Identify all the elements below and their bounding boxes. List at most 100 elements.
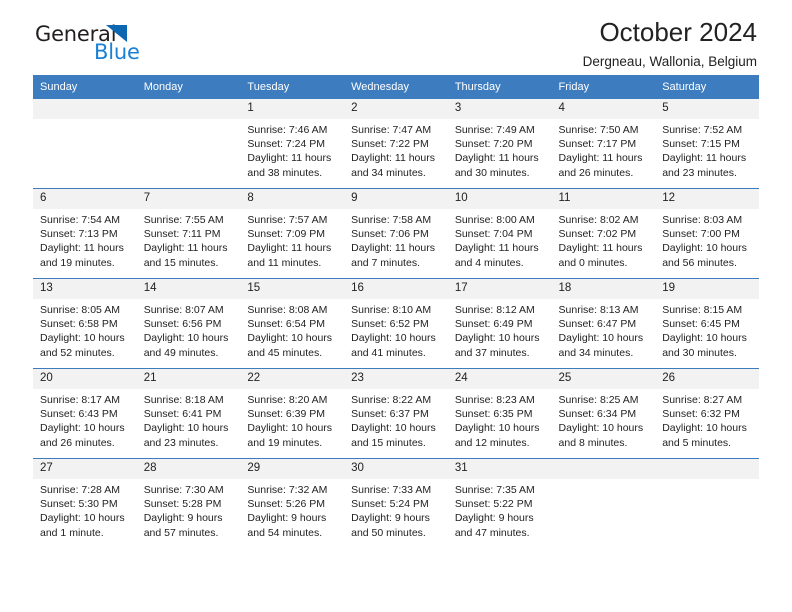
- day-detail-line: and 50 minutes.: [351, 526, 426, 539]
- day-details: Sunrise: 8:20 AM Sunset: 6:39 PM Daylight:…: [240, 389, 344, 450]
- calendar-day-cell[interactable]: 10 Sunrise: 8:00 AM Sunset: 7:04 PM Dayligh…: [447, 188, 552, 279]
- calendar-day-cell[interactable]: 2 Sunrise: 7:47 AM Sunset: 7:22 PM Daylight…: [344, 98, 448, 189]
- day-detail-line: Daylight: 9 hours: [454, 512, 534, 525]
- day-detail-line: and 47 minutes.: [454, 526, 530, 539]
- day-detail-line: Sunset: 5:22 PM: [454, 498, 533, 511]
- calendar-day-cell[interactable]: 13 Sunrise: 8:05 AM Sunset: 6:58 PM Dayligh…: [33, 278, 137, 369]
- day-detail-line: Sunrise: 8:17 AM: [40, 394, 120, 406]
- day-detail-line: and 1 minute.: [40, 526, 104, 539]
- day-details: Sunrise: 7:32 AM Sunset: 5:26 PM Daylight:…: [240, 479, 344, 540]
- sunrise-sunset-calendar: Sunday Monday Tuesday Wednesday Thursday Frid…: [33, 75, 759, 548]
- calendar-day-cell[interactable]: 31 Sunrise: 7:35 AM Sunset: 5:22 PM Dayligh…: [447, 458, 552, 548]
- calendar-day-cell[interactable]: 14 Sunrise: 8:07 AM Sunset: 6:56 PM Dayligh…: [136, 278, 241, 369]
- calendar-day-cell[interactable]: 25 Sunrise: 8:25 AM Sunset: 6:34 PM Dayligh…: [551, 368, 656, 459]
- calendar-day-cell[interactable]: 18 Sunrise: 8:13 AM Sunset: 6:47 PM Dayligh…: [551, 278, 656, 369]
- weekday-header-thursday: Thursday: [447, 75, 552, 99]
- day-detail-line: Sunset: 7:06 PM: [351, 228, 429, 241]
- day-detail-line: Daylight: 10 hours: [247, 422, 333, 435]
- day-detail-line: Sunset: 5:24 PM: [351, 498, 429, 511]
- day-details: Sunrise: 8:27 AM Sunset: 6:32 PM Daylight:…: [655, 389, 759, 450]
- calendar-day-cell[interactable]: 16 Sunrise: 8:10 AM Sunset: 6:52 PM Dayligh…: [344, 278, 448, 369]
- day-detail-line: Sunrise: 8:07 AM: [143, 304, 224, 316]
- day-detail-line: Sunrise: 8:13 AM: [558, 304, 639, 316]
- calendar-day-cell[interactable]: 17 Sunrise: 8:12 AM Sunset: 6:49 PM Dayligh…: [447, 278, 552, 369]
- day-details: Sunrise: 7:49 AM Sunset: 7:20 PM Daylight:…: [448, 119, 552, 180]
- calendar-day-cell[interactable]: 4 Sunrise: 7:50 AM Sunset: 7:17 PM Daylight…: [551, 98, 656, 189]
- day-detail-line: Sunset: 6:45 PM: [662, 318, 740, 331]
- day-number: [136, 99, 241, 119]
- day-detail-line: Daylight: 10 hours: [143, 422, 229, 435]
- calendar-day-cell[interactable]: 27 Sunrise: 7:28 AM Sunset: 5:30 PM Dayligh…: [33, 458, 137, 548]
- day-details: Sunrise: 7:55 AM Sunset: 7:11 PM Daylight:…: [137, 209, 241, 270]
- day-number: 18: [551, 279, 656, 299]
- calendar-day-cell[interactable]: 9 Sunrise: 7:58 AM Sunset: 7:06 PM Daylight…: [344, 188, 448, 279]
- calendar-day-cell[interactable]: 23 Sunrise: 8:22 AM Sunset: 6:37 PM Dayligh…: [344, 368, 448, 459]
- day-details: Sunrise: 8:17 AM Sunset: 6:43 PM Daylight:…: [33, 389, 137, 450]
- day-detail-line: Sunrise: 8:08 AM: [247, 304, 328, 316]
- day-detail-line: Sunset: 7:22 PM: [351, 138, 429, 151]
- day-detail-line: Sunset: 6:32 PM: [662, 408, 740, 421]
- calendar-day-cell[interactable]: 30 Sunrise: 7:33 AM Sunset: 5:24 PM Dayligh…: [344, 458, 448, 548]
- day-details: [33, 119, 137, 123]
- day-number: 29: [240, 459, 345, 479]
- calendar-day-cell[interactable]: 15 Sunrise: 8:08 AM Sunset: 6:54 PM Dayligh…: [240, 278, 345, 369]
- day-details: Sunrise: 7:58 AM Sunset: 7:06 PM Daylight:…: [344, 209, 448, 270]
- day-detail-line: and 19 minutes.: [247, 436, 323, 449]
- day-number: [551, 459, 656, 479]
- calendar-day-cell[interactable]: 21 Sunrise: 8:18 AM Sunset: 6:41 PM Dayligh…: [136, 368, 241, 459]
- day-detail-line: and 19 minutes.: [40, 256, 115, 269]
- day-detail-line: and 8 minutes.: [558, 436, 628, 449]
- day-detail-line: Sunset: 7:00 PM: [662, 228, 740, 241]
- day-detail-line: Sunrise: 7:57 AM: [247, 214, 328, 226]
- day-detail-line: Daylight: 11 hours: [351, 152, 435, 165]
- calendar-day-cell[interactable]: 8 Sunrise: 7:57 AM Sunset: 7:09 PM Daylight…: [240, 188, 345, 279]
- day-detail-line: Sunrise: 7:54 AM: [40, 214, 120, 226]
- day-number: 31: [447, 459, 552, 479]
- day-detail-line: Daylight: 11 hours: [454, 152, 539, 165]
- weekday-header-row: Sunday Monday Tuesday Wednesday Thursday Frid…: [33, 75, 759, 99]
- calendar-cell-empty: [33, 98, 137, 189]
- day-detail-line: Sunrise: 7:58 AM: [351, 214, 432, 226]
- calendar-day-cell[interactable]: 5 Sunrise: 7:52 AM Sunset: 7:15 PM Daylight…: [655, 98, 759, 189]
- general-blue-logo[interactable]: General Blue: [35, 22, 185, 70]
- day-detail-line: Sunrise: 8:02 AM: [558, 214, 639, 226]
- day-details: Sunrise: 8:10 AM Sunset: 6:52 PM Daylight:…: [344, 299, 448, 360]
- calendar-week-row: 1 Sunrise: 7:46 AM Sunset: 7:24 PM Daylight…: [33, 98, 759, 189]
- day-detail-line: and 15 minutes.: [351, 436, 426, 449]
- calendar-day-cell[interactable]: 28 Sunrise: 7:30 AM Sunset: 5:28 PM Dayligh…: [136, 458, 241, 548]
- calendar-day-cell[interactable]: 12 Sunrise: 8:03 AM Sunset: 7:00 PM Dayligh…: [655, 188, 759, 279]
- calendar-day-cell[interactable]: 6 Sunrise: 7:54 AM Sunset: 7:13 PM Daylight…: [33, 188, 137, 279]
- day-detail-line: Sunset: 6:34 PM: [558, 408, 637, 421]
- day-detail-line: Sunset: 6:47 PM: [558, 318, 637, 331]
- day-detail-line: Sunrise: 7:33 AM: [351, 484, 432, 496]
- day-details: Sunrise: 7:54 AM Sunset: 7:13 PM Daylight:…: [33, 209, 137, 270]
- calendar-day-cell[interactable]: 22 Sunrise: 8:20 AM Sunset: 6:39 PM Dayligh…: [240, 368, 345, 459]
- calendar-day-cell[interactable]: 3 Sunrise: 7:49 AM Sunset: 7:20 PM Daylight…: [447, 98, 552, 189]
- calendar-day-cell[interactable]: 11 Sunrise: 8:02 AM Sunset: 7:02 PM Dayligh…: [551, 188, 656, 279]
- weekday-header-monday: Monday: [136, 75, 241, 99]
- day-detail-line: Sunset: 6:49 PM: [454, 318, 533, 331]
- day-detail-line: and 30 minutes.: [454, 166, 530, 179]
- day-number: 13: [33, 279, 137, 299]
- day-details: Sunrise: 8:08 AM Sunset: 6:54 PM Daylight:…: [240, 299, 344, 360]
- day-detail-line: Sunset: 7:04 PM: [454, 228, 533, 241]
- calendar-day-cell[interactable]: 20 Sunrise: 8:17 AM Sunset: 6:43 PM Dayligh…: [33, 368, 137, 459]
- day-details: Sunrise: 7:57 AM Sunset: 7:09 PM Daylight:…: [240, 209, 344, 270]
- day-detail-line: Sunrise: 8:27 AM: [662, 394, 743, 406]
- calendar-day-cell[interactable]: 26 Sunrise: 8:27 AM Sunset: 6:32 PM Dayligh…: [655, 368, 759, 459]
- calendar-day-cell[interactable]: 29 Sunrise: 7:32 AM Sunset: 5:26 PM Dayligh…: [240, 458, 345, 548]
- day-detail-line: Sunrise: 7:47 AM: [351, 124, 432, 136]
- day-detail-line: and 52 minutes.: [40, 346, 115, 359]
- calendar-day-cell[interactable]: 24 Sunrise: 8:23 AM Sunset: 6:35 PM Dayligh…: [447, 368, 552, 459]
- day-detail-line: Daylight: 10 hours: [662, 242, 747, 255]
- calendar-day-cell[interactable]: 7 Sunrise: 7:55 AM Sunset: 7:11 PM Daylight…: [136, 188, 241, 279]
- day-number: 11: [551, 189, 656, 209]
- day-detail-line: Sunrise: 7:50 AM: [558, 124, 639, 136]
- calendar-day-cell[interactable]: 1 Sunrise: 7:46 AM Sunset: 7:24 PM Daylight…: [240, 98, 345, 189]
- day-number: 5: [655, 99, 759, 119]
- day-detail-line: and 26 minutes.: [558, 166, 634, 179]
- day-number: 26: [655, 369, 759, 389]
- calendar-day-cell[interactable]: 19 Sunrise: 8:15 AM Sunset: 6:45 PM Dayligh…: [655, 278, 759, 369]
- day-number: 15: [240, 279, 345, 299]
- day-detail-line: Sunrise: 7:46 AM: [247, 124, 328, 136]
